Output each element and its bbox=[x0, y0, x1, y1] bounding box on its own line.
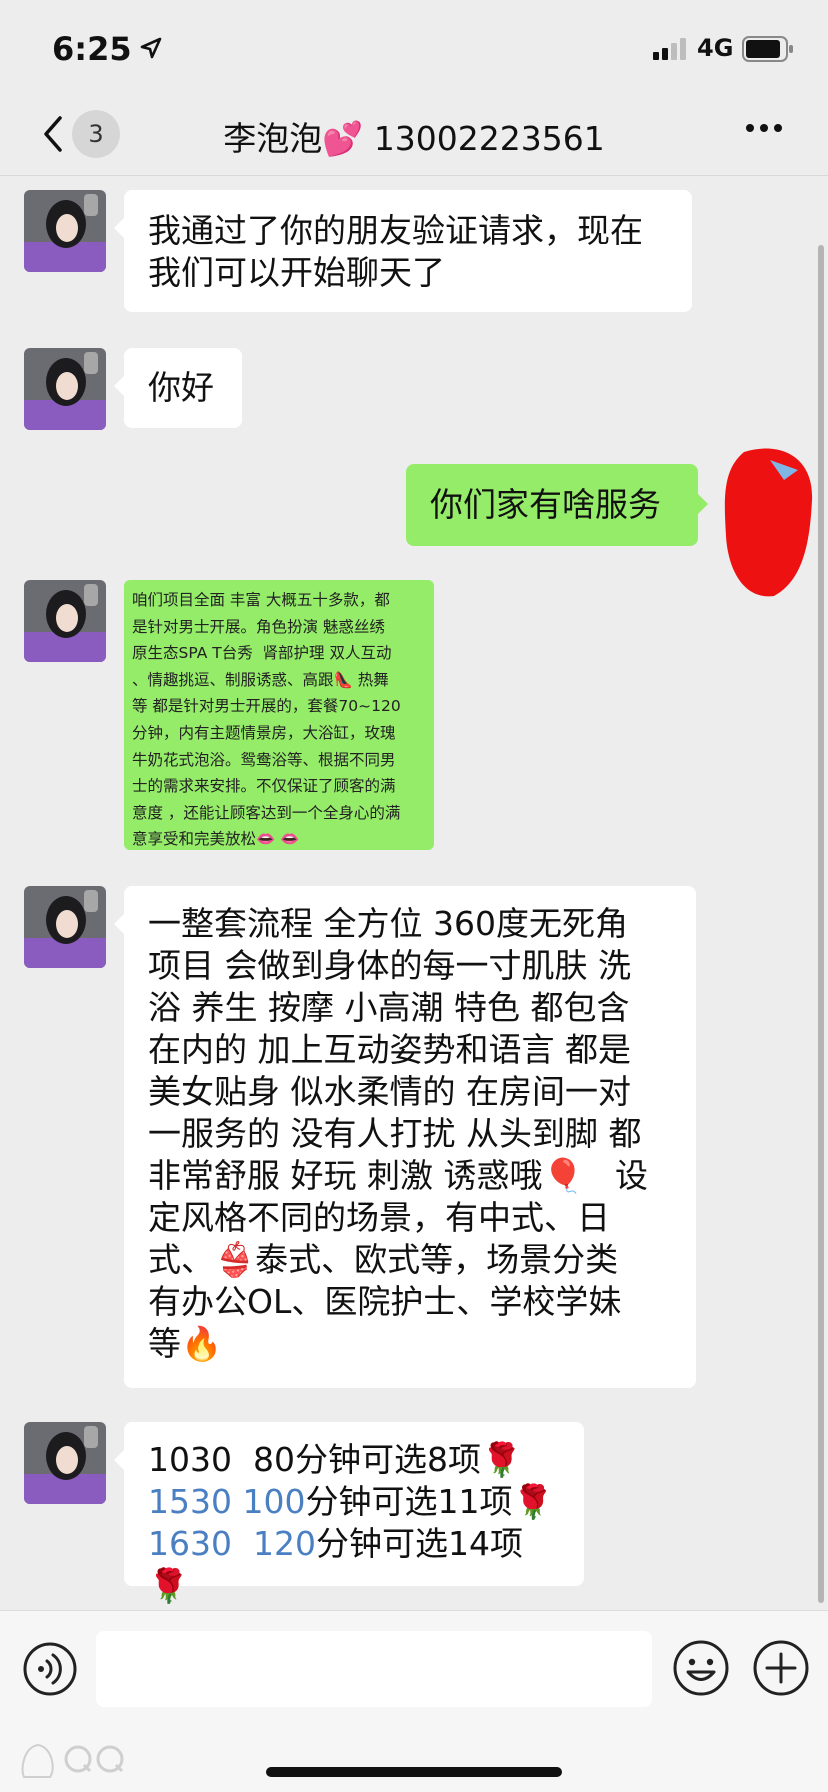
message-text: 咱们项目全面 丰富 大概五十多款，都 是针对男士开展。角色扮演 魅惑丝绣 原生态… bbox=[132, 591, 401, 849]
network-type: 4G bbox=[697, 34, 734, 62]
voice-input-icon[interactable] bbox=[22, 1641, 78, 1697]
unread-count-badge[interactable]: 3 bbox=[72, 110, 120, 158]
message-bubble-received[interactable]: 我通过了你的朋友验证请求，现在 我们可以开始聊天了 bbox=[114, 190, 692, 312]
back-chevron-icon[interactable] bbox=[38, 112, 68, 156]
price-code-link[interactable]: 1630 120 bbox=[148, 1524, 316, 1563]
contact-avatar[interactable] bbox=[24, 580, 106, 662]
location-arrow-icon bbox=[140, 37, 162, 59]
message-bubble-image[interactable]: 咱们项目全面 丰富 大概五十多款，都 是针对男士开展。角色扮演 魅惑丝绣 原生态… bbox=[124, 580, 434, 850]
more-options-icon[interactable] bbox=[744, 122, 784, 134]
avatar-image-icon bbox=[24, 886, 106, 968]
message-text: 你好 bbox=[148, 368, 214, 407]
avatar-image-icon bbox=[24, 348, 106, 430]
message-bubble-received[interactable]: 你好 bbox=[114, 348, 242, 428]
avatar-image-icon bbox=[24, 580, 106, 662]
price-line: 1030 80分钟可选8项🌹 bbox=[148, 1439, 560, 1481]
emoji-icon[interactable] bbox=[672, 1639, 730, 1697]
contact-avatar[interactable] bbox=[24, 886, 106, 968]
price-line: 1530 100分钟可选11项🌹 bbox=[148, 1481, 560, 1523]
message-text: 一整套流程 全方位 360度无死角 项目 会做到身体的每一寸肌肤 洗 浴 养生 … bbox=[148, 904, 649, 1363]
message-bubble-received[interactable]: 1030 80分钟可选8项🌹 1530 100分钟可选11项🌹 1630 120… bbox=[114, 1422, 584, 1605]
qq-watermark-logo bbox=[21, 1743, 124, 1778]
cellular-signal-icon bbox=[653, 38, 686, 60]
message-text: 你们家有啥服务 bbox=[430, 485, 661, 524]
chat-title: 李泡泡💕 13002223561 bbox=[223, 119, 605, 158]
message-input[interactable] bbox=[96, 1631, 652, 1707]
chat-header: 3 李泡泡💕 13002223561 bbox=[0, 96, 828, 176]
price-code: 1030 80 bbox=[148, 1440, 295, 1479]
contact-avatar[interactable] bbox=[24, 190, 106, 272]
avatar-image-icon bbox=[24, 1422, 106, 1504]
price-code-link[interactable]: 1530 100 bbox=[148, 1482, 305, 1521]
avatar-image-icon bbox=[24, 190, 106, 272]
scrollbar[interactable] bbox=[818, 245, 824, 1603]
contact-avatar[interactable] bbox=[24, 348, 106, 430]
status-time: 6:25 bbox=[52, 30, 132, 68]
price-desc: 分钟可选8项🌹 bbox=[294, 1440, 523, 1479]
contact-avatar[interactable] bbox=[24, 1422, 106, 1504]
plus-more-icon[interactable] bbox=[752, 1639, 810, 1697]
home-indicator[interactable] bbox=[266, 1767, 562, 1777]
input-bar bbox=[0, 1610, 828, 1792]
message-bubble-received[interactable]: 一整套流程 全方位 360度无死角 项目 会做到身体的每一寸肌肤 洗 浴 养生 … bbox=[114, 886, 696, 1388]
message-text: 我通过了你的朋友验证请求，现在 我们可以开始聊天了 bbox=[148, 211, 643, 292]
status-bar: 6:25 4G bbox=[0, 0, 828, 96]
message-bubble-sent[interactable]: 你们家有啥服务 bbox=[406, 464, 708, 546]
price-desc: 分钟可选11项🌹 bbox=[305, 1482, 554, 1521]
redaction-scribble bbox=[724, 448, 813, 597]
battery-icon bbox=[742, 36, 793, 62]
price-line: 1630 120分钟可选14项🌹 bbox=[148, 1523, 560, 1607]
